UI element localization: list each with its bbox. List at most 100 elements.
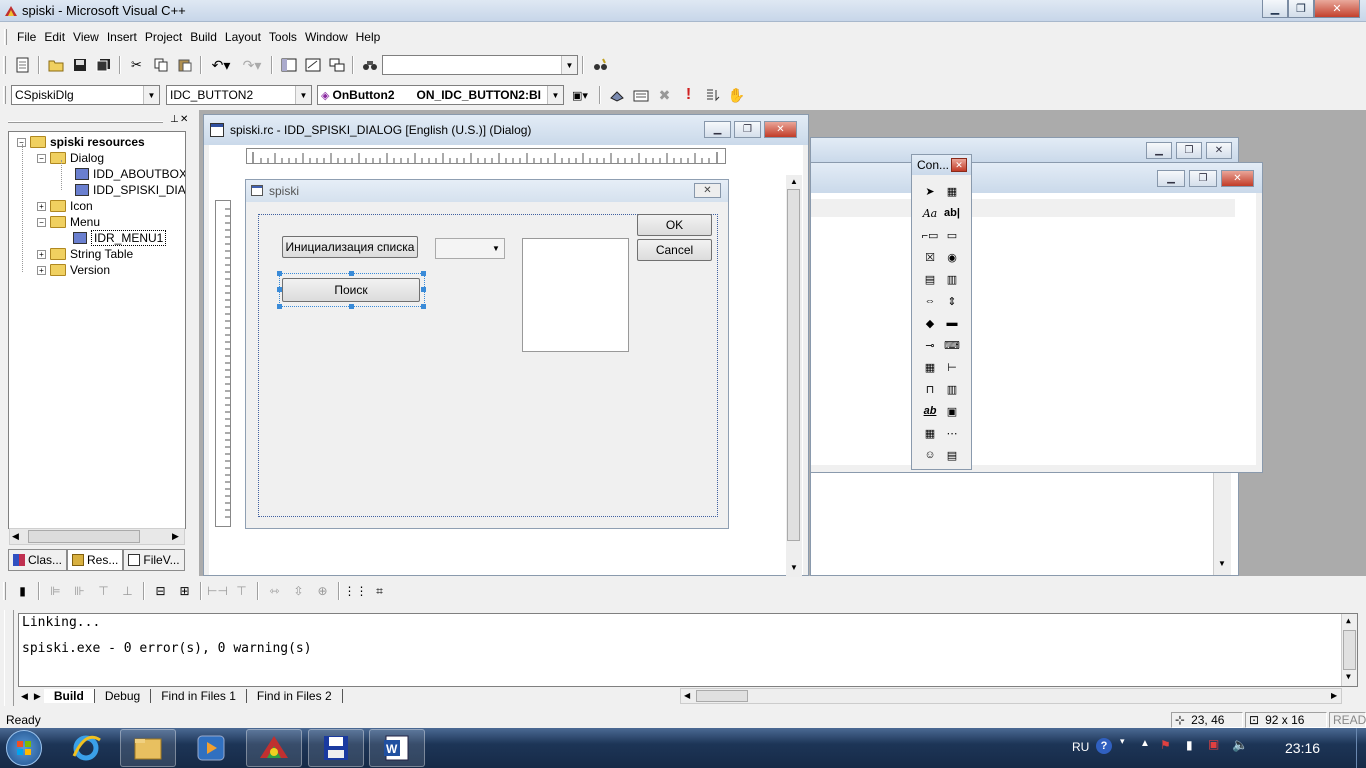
dialog-combobox[interactable]: ▼ [435, 238, 505, 259]
compile-button[interactable] [605, 84, 628, 106]
save-all-button[interactable] [92, 54, 115, 76]
tree-string-folder[interactable]: + String Table [37, 246, 133, 262]
redo-button[interactable]: ↷▾ [237, 54, 267, 76]
same-height-button[interactable]: ⇳ [287, 580, 310, 602]
show-hidden-icons[interactable]: ▲ [1140, 738, 1150, 749]
tab-find-in-files-1[interactable]: Find in Files 1 [151, 689, 247, 703]
ok-button[interactable]: OK [637, 214, 712, 236]
resize-handle[interactable] [349, 271, 354, 276]
tab-debug[interactable]: Debug [95, 689, 152, 703]
tab-build[interactable]: Build [43, 689, 95, 703]
ip-address-tool-icon[interactable]: ⋯ [941, 422, 963, 444]
same-width-button[interactable]: ⇿ [263, 580, 286, 602]
static-text-tool-icon[interactable]: Aa [919, 202, 941, 224]
show-desktop-button[interactable] [1356, 728, 1366, 768]
scroll-up-icon[interactable]: ▲ [1346, 616, 1351, 625]
internet-explorer-icon[interactable] [70, 734, 102, 765]
space-down-button[interactable]: ⊤ [230, 580, 253, 602]
class-combo[interactable]: CSpiskiDlg ▼ [11, 85, 160, 105]
toggle-guides-button[interactable]: ⌗ [368, 580, 391, 602]
test-dialog-button[interactable]: ▮ [11, 580, 34, 602]
menu-layout[interactable]: Layout [221, 30, 265, 44]
close-button[interactable]: ✕ [1221, 169, 1254, 187]
resize-handle[interactable] [421, 287, 426, 292]
background-document-window-2[interactable]: ▁ ❐ ✕ [810, 162, 1263, 473]
workspace-collapse-button[interactable]: ⊥ [170, 114, 179, 125]
volume-icon[interactable]: 🔈 [1232, 737, 1248, 753]
dialog-preview[interactable]: spiski ✕ OK Cancel Инициализация списка … [245, 179, 729, 529]
expand-icon[interactable]: + [37, 201, 46, 211]
menu-help[interactable]: Help [352, 30, 385, 44]
datetime-tool-icon[interactable]: ▣ [941, 400, 963, 422]
month-calendar-tool-icon[interactable]: ▦ [919, 422, 941, 444]
taskbar-explorer[interactable] [120, 729, 176, 767]
tree-version-folder[interactable]: + Version [37, 262, 110, 278]
output-vscrollbar[interactable]: ▲ ▼ [1341, 614, 1357, 686]
hotkey-tool-icon[interactable]: ⌨ [941, 334, 963, 356]
list-box-tool-icon[interactable]: ▥ [941, 268, 963, 290]
tree-item-spiski-dialog[interactable]: IDD_SPISKI_DIAL [75, 182, 185, 198]
window-list-button[interactable] [325, 54, 348, 76]
search-button[interactable] [588, 54, 611, 76]
taskbar-word[interactable]: W [369, 729, 425, 767]
tab-scroll-right-icon[interactable]: ▶ [31, 691, 44, 702]
output-toggle-button[interactable] [301, 54, 324, 76]
space-across-button[interactable]: ⊢⊣ [206, 580, 229, 602]
group-box-tool-icon[interactable]: ⌐▭ [919, 224, 941, 246]
menu-project[interactable]: Project [141, 30, 186, 44]
dialog-listbox[interactable] [522, 238, 629, 352]
minimize-button[interactable]: ▁ [1157, 169, 1185, 187]
minimize-button[interactable]: ▁ [704, 121, 731, 138]
resize-handle[interactable] [421, 304, 426, 309]
scroll-down-icon[interactable]: ▼ [1218, 559, 1226, 568]
scroll-thumb[interactable] [28, 530, 140, 543]
tree-item-menu1[interactable]: IDR_MENU1 [73, 230, 167, 246]
preview-close-button[interactable]: ✕ [694, 183, 721, 198]
button-tool-icon[interactable]: ▭ [941, 224, 963, 246]
execute-button[interactable]: ! [677, 84, 700, 106]
resource-tree[interactable]: − spiski resources − Dialog IDD_ABOUTBOX [… [8, 131, 186, 529]
id-combo[interactable]: IDC_BUTTON2 ▼ [166, 85, 312, 105]
align-left-button[interactable]: ⊫ [44, 580, 67, 602]
combo-box-tool-icon[interactable]: ▤ [919, 268, 941, 290]
cut-button[interactable]: ✂ [125, 54, 148, 76]
restore-button[interactable]: ❐ [734, 121, 761, 138]
close-button[interactable]: ✕ [764, 121, 797, 138]
menu-edit[interactable]: Edit [40, 30, 69, 44]
close-button[interactable]: ✕ [1206, 141, 1232, 159]
help-icon[interactable]: ? [1096, 738, 1112, 754]
clock[interactable]: 23:16 [1285, 740, 1320, 756]
resize-handle[interactable] [349, 304, 354, 309]
pointer-tool-icon[interactable]: ➤ [919, 180, 941, 202]
progress-tool-icon[interactable]: ▬ [941, 312, 963, 334]
taskbar-visual-cpp[interactable] [246, 729, 302, 767]
tab-control-tool-icon[interactable]: ⊓ [919, 378, 941, 400]
start-button[interactable] [6, 730, 42, 766]
menu-file[interactable]: File [13, 30, 40, 44]
save-button[interactable] [68, 54, 91, 76]
wizard-action-button[interactable]: ▣▾ [565, 84, 595, 106]
document-area[interactable] [811, 473, 1238, 575]
document-area[interactable] [811, 193, 1256, 465]
scroll-left-icon[interactable]: ◀ [12, 531, 19, 542]
battery-icon[interactable]: ▮ [1186, 738, 1193, 752]
restore-button[interactable]: ❐ [1176, 141, 1202, 159]
search-button[interactable]: Поиск [282, 278, 420, 302]
workspace-close-button[interactable]: ✕ [180, 114, 188, 125]
tree-item-aboutbox[interactable]: IDD_ABOUTBOX [ [75, 166, 185, 182]
scroll-right-icon[interactable]: ▶ [1331, 691, 1337, 700]
hscroll-tool-icon[interactable]: ⇔ [919, 290, 941, 312]
toggle-grid-button[interactable]: ⋮⋮ [344, 580, 368, 602]
output-window[interactable]: Linking... spiski.exe - 0 error(s), 0 wa… [18, 613, 1358, 687]
open-button[interactable] [44, 54, 67, 76]
close-button[interactable]: ✕ [1314, 0, 1360, 18]
stop-build-button[interactable]: ✖ [653, 84, 676, 106]
edit-box-tool-icon[interactable]: ab| [941, 202, 963, 224]
build-button[interactable] [629, 84, 652, 106]
media-player-icon[interactable] [196, 734, 226, 765]
menu-view[interactable]: View [69, 30, 103, 44]
scroll-thumb[interactable] [696, 690, 748, 702]
copy-button[interactable] [149, 54, 172, 76]
menu-build[interactable]: Build [186, 30, 221, 44]
scroll-down-icon[interactable]: ▼ [1346, 672, 1351, 681]
